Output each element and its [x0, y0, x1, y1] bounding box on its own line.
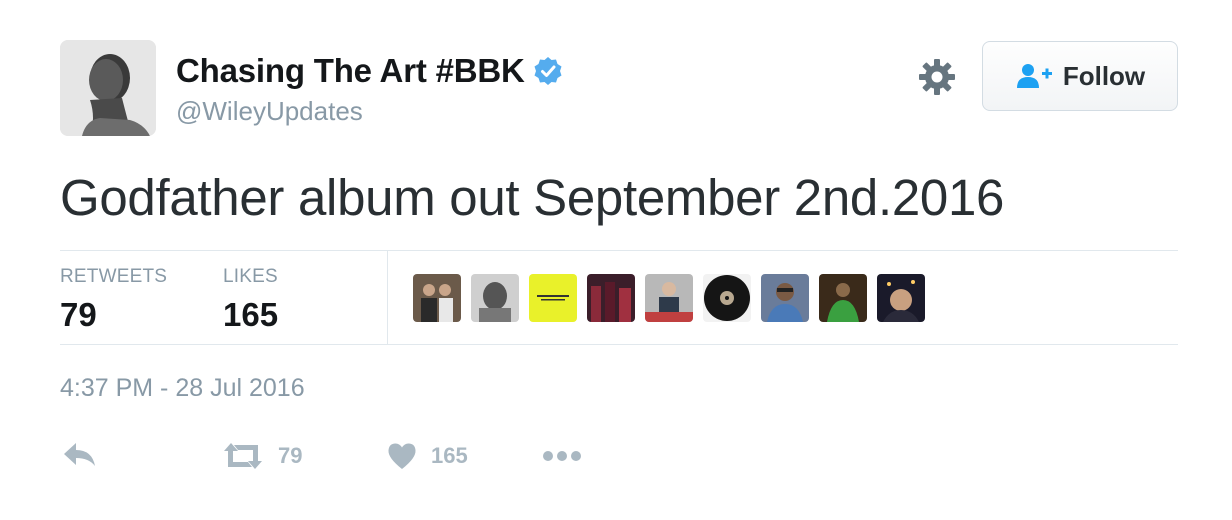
likes-value: 165 [223, 296, 279, 333]
verified-badge-icon [533, 56, 563, 86]
like-button[interactable]: 165 [387, 438, 468, 474]
tweet-timestamp[interactable]: 4:37 PM - 28 Jul 2016 [60, 374, 305, 403]
like-count: 165 [431, 443, 468, 468]
follow-button-label: Follow [1062, 60, 1146, 91]
stats-bottom-divider [60, 344, 1178, 345]
liker-avatar[interactable] [413, 274, 461, 322]
author-handle[interactable]: @WileyUpdates [176, 96, 363, 127]
liker-avatar[interactable] [761, 274, 809, 322]
liker-avatar[interactable] [703, 274, 751, 322]
gear-icon[interactable] [916, 56, 958, 98]
avatar[interactable] [60, 40, 156, 136]
liker-avatar[interactable] [819, 274, 867, 322]
liker-avatar[interactable] [529, 274, 577, 322]
liker-avatar[interactable] [645, 274, 693, 322]
liker-avatar[interactable] [471, 274, 519, 322]
likes-stat[interactable]: LIKES 165 [223, 266, 278, 334]
more-button[interactable] [542, 438, 582, 474]
add-user-icon [1015, 62, 1055, 90]
reply-icon [62, 441, 98, 471]
retweets-value: 79 [60, 296, 97, 333]
follow-button[interactable]: Follow [982, 41, 1178, 111]
stats-top-divider [60, 250, 1178, 251]
retweet-button[interactable]: 79 [222, 438, 302, 474]
more-dots-icon [542, 450, 582, 462]
reply-button[interactable] [62, 438, 98, 474]
author-name-row[interactable]: Chasing The Art #BBK [176, 52, 563, 90]
retweet-icon [222, 441, 264, 471]
heart-icon [387, 442, 417, 470]
display-name[interactable]: Chasing The Art #BBK [176, 52, 525, 90]
avatar-image [60, 40, 156, 136]
tweet-text: Godfather album out September 2nd.2016 [60, 169, 1005, 226]
liker-avatar[interactable] [587, 274, 635, 322]
retweets-label: RETWEETS [60, 266, 168, 287]
retweets-stat[interactable]: RETWEETS 79 [60, 266, 167, 334]
liker-avatar[interactable] [877, 274, 925, 322]
tweet-card: Chasing The Art #BBK @WileyUpdates Follo… [0, 0, 1232, 520]
likes-label: LIKES [223, 266, 278, 287]
stats-vertical-divider [387, 251, 388, 345]
retweet-count: 79 [278, 443, 303, 468]
likers-avatars [413, 274, 935, 322]
